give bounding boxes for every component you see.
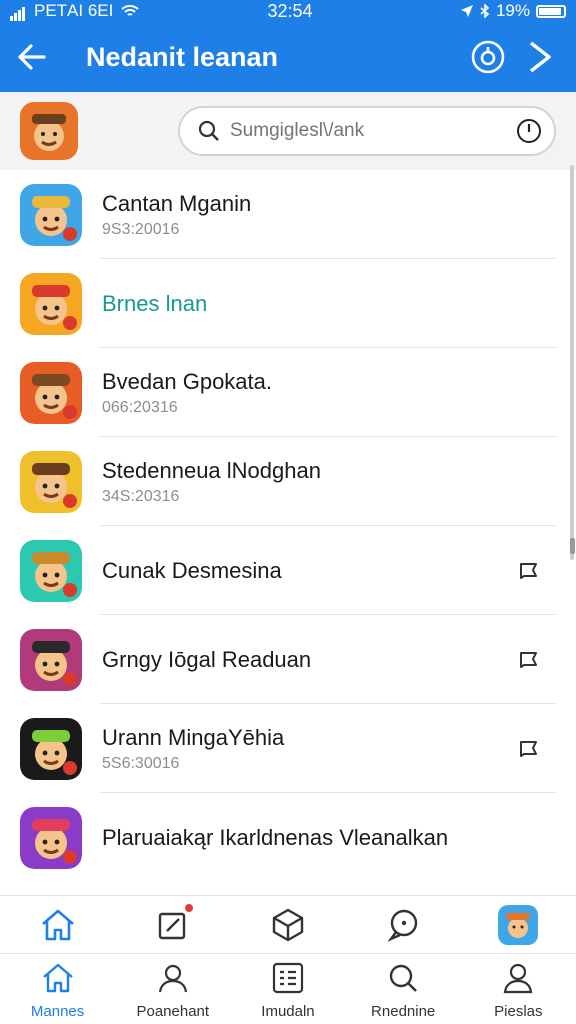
people-icon: [156, 962, 190, 999]
profile-icon: [501, 962, 535, 999]
clock-icon[interactable]: [516, 118, 542, 144]
app-bar: Nedanit leanan: [0, 22, 576, 92]
tab-poanehant[interactable]: Poanehant: [118, 954, 228, 1024]
chat-bubble-icon: [387, 909, 418, 942]
arrow-left-icon: [18, 44, 46, 70]
search-bar[interactable]: [178, 106, 556, 156]
search-icon: [198, 120, 219, 141]
reply-button[interactable]: [508, 648, 548, 672]
tab-label: Mannes: [30, 1003, 85, 1020]
contact-name: Cantan Mganin: [102, 190, 252, 216]
timer-icon: [471, 40, 505, 74]
speech-bubble-icon: [520, 562, 537, 579]
conversation-row[interactable]: Cantan Mganin 9S3:20016: [0, 170, 576, 259]
grid-list-icon: [271, 962, 305, 999]
wifi-icon: [121, 5, 140, 16]
contact-name: Plaruaiakąr Ikarldnenas Vleanalkan: [102, 824, 449, 850]
tab-label: Pieslas: [494, 1003, 543, 1020]
quick-home-button[interactable]: [28, 907, 88, 943]
conversation-row[interactable]: Stedenneua lNodghan 34S:20316: [0, 437, 576, 526]
notification-dot: [184, 903, 193, 912]
carrier-label: PEТAI 6ЕI: [34, 1, 114, 20]
tab-rnednine[interactable]: Rnednine: [348, 954, 458, 1024]
battery-icon: [536, 4, 566, 18]
bottom-navigation: Mannes Poanehant Imudaln Rnednine Piesla…: [0, 953, 576, 1024]
edit-icon: [158, 912, 185, 939]
reply-button[interactable]: [508, 559, 548, 583]
tab-label: Poanehant: [136, 1003, 210, 1020]
conversation-row[interactable]: Plaruaiakąr Ikarldnenas Vleanalkan: [0, 793, 576, 882]
contact-avatar: [20, 183, 82, 246]
contact-avatar: [20, 539, 82, 602]
forward-button[interactable]: [514, 22, 566, 92]
reply-button[interactable]: [508, 737, 548, 761]
home-icon: [41, 909, 74, 940]
conversation-row[interactable]: Urann MingaYēhia 5S6:30016: [0, 704, 576, 793]
conversation-list: Cantan Mganin 9S3:20016 Brnes lnan Bveda…: [0, 170, 576, 882]
location-icon: [460, 5, 473, 17]
contact-name: Urann MingaYēhia: [102, 724, 285, 750]
search-row: [0, 92, 576, 170]
back-button[interactable]: [0, 22, 64, 92]
tab-label: Rnednine: [371, 1003, 436, 1020]
contact-name: Brnes lnan: [102, 290, 208, 316]
conversation-row[interactable]: Cunak Desmesina: [0, 526, 576, 615]
tab-imudaln[interactable]: Imudaln: [233, 954, 343, 1024]
contact-name: Cunak Desmesina: [102, 557, 282, 583]
contact-subtitle: 34S:20316: [102, 487, 180, 505]
contact-subtitle: 5S6:30016: [102, 754, 180, 772]
contact-subtitle: 066:20316: [102, 398, 178, 416]
chevron-right-icon: [529, 41, 551, 73]
battery-percent: 19%: [495, 1, 530, 20]
speech-bubble-icon: [520, 740, 537, 757]
contact-avatar: [20, 806, 82, 869]
signal-icon: [10, 1, 26, 21]
status-time: 32:54: [267, 0, 313, 21]
bluetooth-icon: [480, 4, 490, 18]
page-title: Nedanit leanan: [86, 41, 279, 72]
speech-bubble-icon: [520, 651, 537, 668]
contact-avatar: [20, 450, 82, 513]
contact-avatar: [20, 361, 82, 424]
contact-name: Bvedan Gpokata.: [102, 368, 273, 394]
contact-subtitle: 9S3:20016: [102, 220, 180, 238]
timer-button[interactable]: [462, 22, 514, 92]
status-bar: PEТAI 6ЕI 32:54 19%: [0, 0, 576, 22]
contact-name: Stedenneua lNodghan: [102, 457, 321, 483]
tab-pieslas[interactable]: Pieslas: [463, 954, 573, 1024]
scrollbar[interactable]: [570, 165, 574, 560]
search-input[interactable]: [230, 120, 516, 142]
scrollbar-thumb[interactable]: [570, 538, 575, 554]
tab-mannes[interactable]: Mannes: [3, 954, 113, 1024]
tab-label: Imudaln: [261, 1003, 315, 1020]
home-icon: [41, 962, 75, 999]
quick-action-bar: [0, 895, 576, 953]
contact-avatar: [20, 717, 82, 780]
contact-avatar: [20, 272, 82, 335]
user-avatar[interactable]: [20, 102, 78, 160]
conversation-row[interactable]: Brnes lnan: [0, 259, 576, 348]
conversation-row[interactable]: Bvedan Gpokata. 066:20316: [0, 348, 576, 437]
conversation-row[interactable]: Grngy Iōgal Readuan: [0, 615, 576, 704]
quick-edit-button[interactable]: [143, 903, 203, 942]
cube-icon: [272, 908, 304, 941]
contact-name: Grngy Iōgal Readuan: [102, 646, 312, 672]
contact-avatar: [20, 628, 82, 691]
quick-box-button[interactable]: [258, 907, 318, 943]
search-icon: [386, 962, 420, 999]
quick-profile-avatar[interactable]: [488, 904, 548, 945]
quick-chat-button[interactable]: [373, 908, 433, 942]
